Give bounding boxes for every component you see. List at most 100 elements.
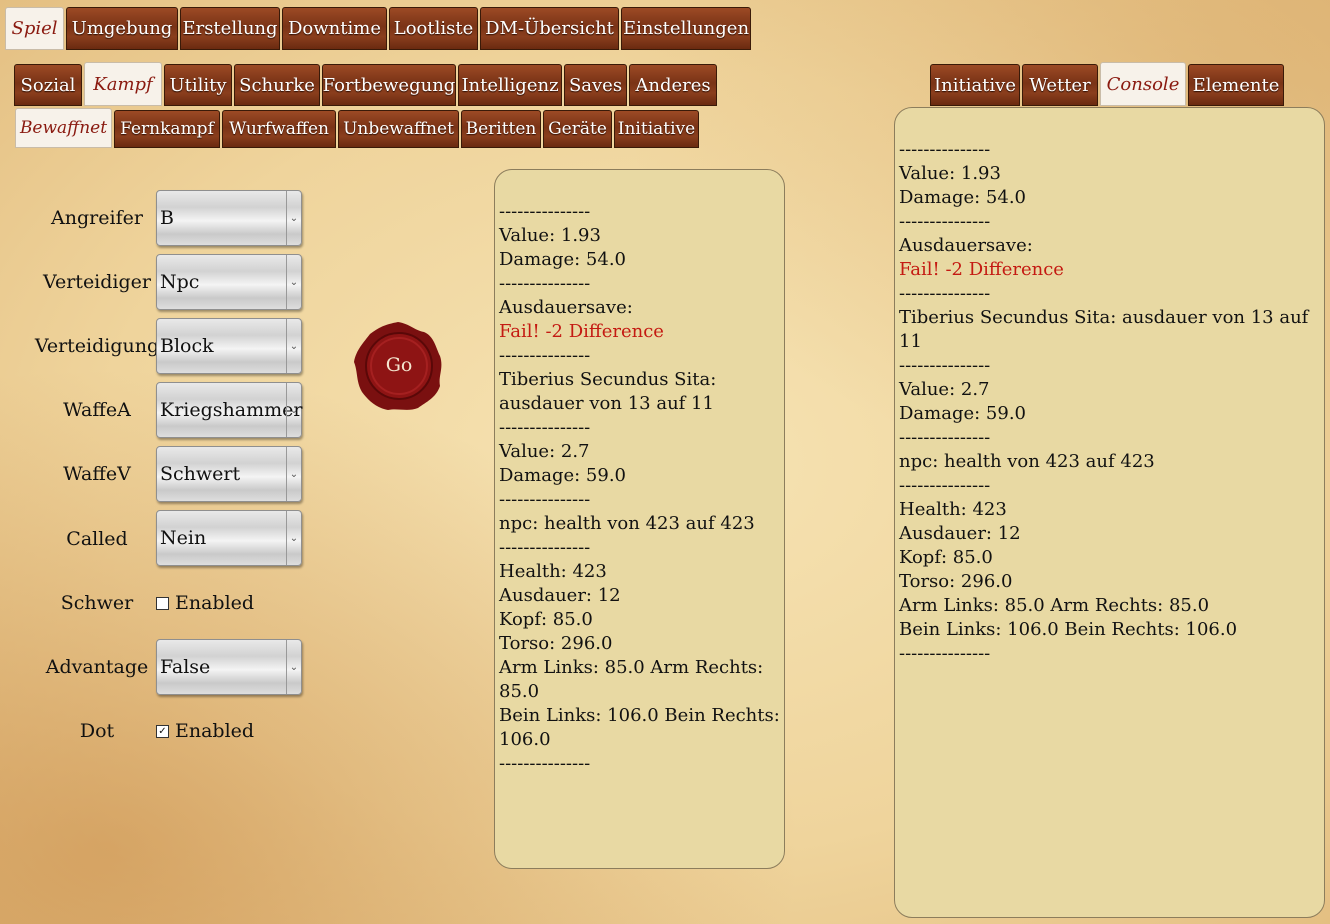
called-value: Nein [160,527,207,549]
checkbox-unchecked-icon [156,596,169,610]
dot-checkbox[interactable]: ✓ Enabled [156,720,254,742]
verteidiger-value: Npc [160,271,200,293]
log-line: Health: 423 [899,499,1007,520]
called-label: Called [66,528,128,550]
tab-console[interactable]: Console [1100,62,1186,106]
log-line: Arm Links: 85.0 Arm Rechts: 85.0 [499,657,764,702]
tab-unbewaffnet[interactable]: Unbewaffnet [338,110,459,148]
log-separator: --------------- [899,139,991,160]
log-separator: --------------- [899,475,991,496]
console-log: --------------- Value: 1.93 Damage: 54.0 --… [899,138,1320,666]
log-separator: --------------- [499,201,591,222]
log-line: Ausdauersave: [499,297,633,318]
log-line: Tiberius Secundus Sita: ausdauer von 13 … [899,307,1309,352]
waffev-select[interactable]: Schwert ⌄ [156,446,302,502]
console-log-panel: --------------- Value: 1.93 Damage: 54.0 --… [894,107,1325,918]
log-separator: --------------- [499,417,591,438]
schwer-label: Schwer [60,592,134,614]
tab-intelligenz[interactable]: Intelligenz [458,64,562,106]
log-separator: --------------- [899,427,991,448]
log-line: Kopf: 85.0 [499,609,593,630]
tab-initiative[interactable]: Initiative [930,64,1020,106]
waffea-select[interactable]: Kriegshammer ⌄ [156,382,302,438]
log-line: Value: 2.7 [499,441,590,462]
log-separator: --------------- [499,345,591,366]
chevron-down-icon: ⌄ [286,255,301,309]
log-line: Ausdauer: 12 [899,523,1021,544]
log-line: Kopf: 85.0 [899,547,993,568]
called-select[interactable]: Nein ⌄ [156,510,302,566]
angreifer-select[interactable]: B ⌄ [156,190,302,246]
waffev-label: WaffeV [63,463,131,485]
result-log: --------------- Value: 1.93 Damage: 54.0 --… [499,200,780,776]
tab-geraete[interactable]: Geräte [543,110,612,148]
log-line: Ausdauersave: [899,235,1033,256]
tab-sozial[interactable]: Sozial [14,64,82,106]
chevron-down-icon: ⌄ [286,511,301,565]
tab-einstellungen[interactable]: Einstellungen [621,7,751,50]
log-line: Value: 1.93 [499,225,601,246]
schwer-checkbox-label: Enabled [175,592,255,614]
log-line: Fail! -2 Difference [499,321,664,342]
tab-utility[interactable]: Utility [164,64,232,106]
tab-spiel[interactable]: Spiel [5,7,64,50]
result-log-panel: --------------- Value: 1.93 Damage: 54.0 --… [494,169,785,869]
advantage-value: False [160,656,211,678]
log-separator: --------------- [899,643,991,664]
log-line: Ausdauer: 12 [499,585,621,606]
tab-fortbewegung[interactable]: Fortbewegung [322,64,456,106]
tab-beritten[interactable]: Beritten [461,110,541,148]
tab-erstellung[interactable]: Erstellung [180,7,280,50]
tab-umgebung[interactable]: Umgebung [66,7,178,50]
go-button[interactable]: Go [352,320,444,412]
tab-anderes[interactable]: Anderes [629,64,717,106]
tab-wetter[interactable]: Wetter [1022,64,1098,106]
tab-elemente[interactable]: Elemente [1188,64,1284,106]
chevron-down-icon: ⌄ [286,447,301,501]
log-separator: --------------- [499,753,591,774]
verteidiger-label: Verteidiger [43,271,151,293]
log-line: Value: 1.93 [899,163,1001,184]
log-separator: --------------- [499,489,591,510]
chevron-down-icon: ⌄ [286,383,301,437]
tab-wurfwaffen[interactable]: Wurfwaffen [222,110,336,148]
tab-dm-uebersicht[interactable]: DM-Übersicht [480,7,619,50]
tab-initiative-sub[interactable]: Initiative [614,110,699,148]
schwer-checkbox[interactable]: Enabled [156,592,254,614]
tab-saves[interactable]: Saves [564,64,627,106]
log-separator: --------------- [899,355,991,376]
tab-schurke[interactable]: Schurke [234,64,320,106]
angreifer-label: Angreifer [51,207,143,229]
verteidigung-select[interactable]: Block ⌄ [156,318,302,374]
log-line: Torso: 296.0 [499,633,613,654]
chevron-down-icon: ⌄ [286,319,301,373]
log-line: Torso: 296.0 [899,571,1013,592]
log-separator: --------------- [499,273,591,294]
log-line: npc: health von 423 auf 423 [899,451,1155,472]
log-separator: --------------- [899,283,991,304]
log-line: Bein Links: 106.0 Bein Rechts: 106.0 [499,705,780,750]
checkbox-checked-icon: ✓ [156,724,169,738]
log-line: Health: 423 [499,561,607,582]
tab-lootliste[interactable]: Lootliste [389,7,478,50]
tab-downtime[interactable]: Downtime [282,7,387,50]
log-line: npc: health von 423 auf 423 [499,513,755,534]
angreifer-value: B [160,207,174,229]
log-line: Bein Links: 106.0 Bein Rechts: 106.0 [899,619,1238,640]
chevron-down-icon: ⌄ [286,640,301,694]
log-line: Tiberius Secundus Sita: ausdauer von 13 … [499,369,717,414]
verteidiger-select[interactable]: Npc ⌄ [156,254,302,310]
tab-fernkampf[interactable]: Fernkampf [114,110,220,148]
tab-bewaffnet[interactable]: Bewaffnet [15,108,112,148]
dot-label: Dot [79,720,115,742]
advantage-label: Advantage [45,656,149,678]
go-button-label: Go [385,354,413,376]
waffea-label: WaffeA [63,399,131,421]
log-line: Damage: 59.0 [899,403,1027,424]
log-line: Fail! -2 Difference [899,259,1064,280]
log-line: Arm Links: 85.0 Arm Rechts: 85.0 [899,595,1210,616]
chevron-down-icon: ⌄ [286,191,301,245]
log-line: Value: 2.7 [899,379,990,400]
tab-kampf[interactable]: Kampf [84,62,162,106]
advantage-select[interactable]: False ⌄ [156,639,302,695]
